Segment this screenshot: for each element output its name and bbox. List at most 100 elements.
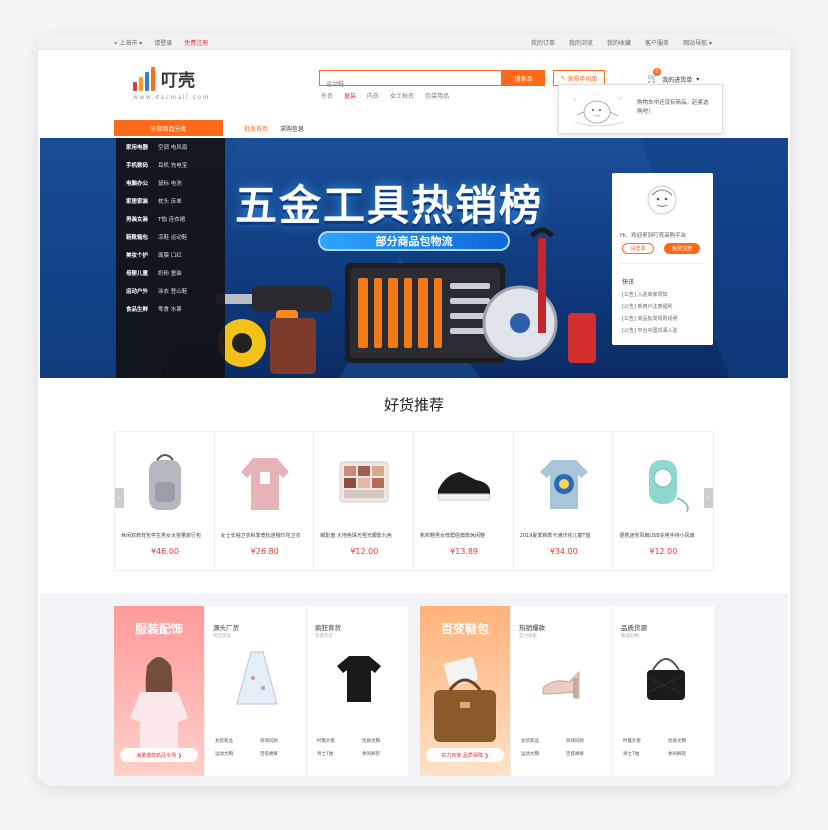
hot-word[interactable]: 内衣 — [367, 91, 379, 100]
floor-link[interactable]: 休闲裤装 — [362, 751, 407, 757]
floor-link[interactable]: 百搭裙裤 — [260, 751, 305, 757]
floor-link[interactable]: 优质文胸 — [362, 738, 407, 744]
news-item[interactable]: [公告] 平台中国货源入驻 — [622, 327, 678, 339]
floor-column[interactable]: 品质货源 甄选好物 时髦外套 优质文胸 男士T恤 休闲裤装 — [612, 606, 714, 776]
news-item[interactable]: [公告] 商品批发规则说明 — [622, 315, 678, 327]
my-history-link[interactable]: 我的浏览 — [569, 38, 593, 47]
floor-link[interactable]: 运动文胸 — [215, 751, 260, 757]
floor-column[interactable]: 疯狂背货 货源充足 时髦外套 优质文胸 男士T恤 休闲裤装 — [306, 606, 408, 776]
search-button[interactable]: 搜索品 — [502, 70, 545, 86]
floor-column[interactable]: 源头厂货 淘宝热卖 女装新品 商场同款 运动文胸 百搭裙裤 — [204, 606, 306, 776]
register-link[interactable]: 免费注册 — [184, 38, 208, 48]
black-bag-image — [647, 658, 685, 700]
floor-column-subtitle: 实力商家 — [519, 634, 537, 639]
logo-name: 叮壳 — [161, 71, 195, 91]
floor-promo-button[interactable]: 实力商家 品质保障 ❯ — [426, 748, 504, 762]
floor-link[interactable]: 商场同款 — [260, 738, 305, 744]
floor-link[interactable]: 女装新品 — [521, 738, 566, 744]
hero-banner[interactable]: 家用电器 空调 电风扇 手机数码 耳机 充电宝 电脑办公 鼠标 电池 家居家装 枕头 床… — [40, 138, 788, 378]
nav-wholesale-home[interactable]: 批发首页 — [244, 124, 268, 133]
category-subs: 鼠标 电池 — [158, 181, 182, 187]
category-item[interactable]: 食品生鲜 零食 水果 — [116, 300, 225, 318]
hot-word[interactable]: 童装 — [344, 91, 356, 100]
news-item[interactable]: [公告] 入驻商家须知 — [622, 291, 678, 303]
category-item[interactable]: 男装女装 T恤 连衣裙 — [116, 210, 225, 228]
floor-link[interactable]: 男士T恤 — [317, 751, 362, 757]
floor-link[interactable]: 时髦外套 — [317, 738, 362, 744]
category-subs: 耳机 充电宝 — [158, 163, 188, 169]
product-title: 帆布鞋男女低帮经典款休闲鞋 — [420, 533, 486, 539]
floor-column[interactable]: 热销爆款 实力商家 女装新品 商场同款 运动文胸 百搭裙裤 — [510, 606, 612, 776]
main-nav: 批发首页 求购信息 — [244, 124, 304, 133]
product-card[interactable]: 2019夏季新款卡通印花儿童T恤 ¥34.00 — [514, 432, 614, 570]
product-card[interactable]: 帆布鞋男女低帮经典款休闲鞋 ¥13.89 — [414, 432, 514, 570]
category-item[interactable]: 美妆个护 面膜 口红 — [116, 246, 225, 264]
category-item[interactable]: 鞋靴箱包 凉鞋 运动鞋 — [116, 228, 225, 246]
hot-word[interactable]: 包袋用品 — [425, 91, 449, 100]
category-name: 男装女装 — [126, 217, 149, 223]
location-label: 上海市 — [119, 40, 138, 47]
black-tshirt-image — [337, 656, 381, 702]
floor-column-subtitle: 货源充足 — [315, 634, 333, 639]
category-item[interactable]: 家居家装 枕头 床单 — [116, 192, 225, 210]
floor-link[interactable]: 商场同款 — [566, 738, 611, 744]
category-item[interactable]: 电脑办公 鼠标 电池 — [116, 174, 225, 192]
cart-button[interactable]: 🛒 0 我的进货单 ▾ — [647, 68, 699, 84]
empty-cart-illustration — [572, 96, 624, 127]
welcome-register-button[interactable]: 免费注册 — [664, 243, 700, 254]
customer-service-link[interactable]: 客户服务 — [645, 38, 669, 47]
category-item[interactable]: 母婴儿童 奶粉 童装 — [116, 264, 225, 282]
floor-promo[interactable]: 百变鞋包 实力商家 品质保障 ❯ — [420, 606, 510, 776]
location-selector[interactable]: ⌖ 上海市 ▾ — [114, 38, 142, 48]
floor-link[interactable]: 运动文胸 — [521, 751, 566, 757]
nav-purchase-info[interactable]: 求购信息 — [280, 124, 304, 133]
category-item[interactable]: 家用电器 空调 电风扇 — [116, 138, 225, 156]
floor-links: 女装新品 商场同款 运动文胸 百搭裙裤 — [521, 738, 611, 757]
floor-links: 时髦外套 优质文胸 男士T恤 休闲裤装 — [623, 738, 713, 757]
floor-promo-button[interactable]: 海量爆款新品专场 ❯ — [120, 748, 198, 762]
browser-frame: ⌖ 上海市 ▾ 请登录 免费注册 我的订单 我的浏览 我的收藏 客户服务 网站导… — [38, 34, 790, 786]
floor-column-subtitle: 淘宝热卖 — [213, 634, 231, 639]
site-logo[interactable]: 叮壳 www.dacmall.com — [133, 66, 208, 101]
carousel-prev-button[interactable]: ‹ — [115, 488, 124, 508]
product-title: 2019夏季新款卡通印花儿童T恤 — [519, 533, 591, 539]
floor-promo-title: 百变鞋包 — [440, 622, 489, 636]
hot-word[interactable]: 女士秋衣 — [390, 91, 414, 100]
divider — [620, 263, 705, 264]
hot-word[interactable]: 外衣 — [321, 91, 333, 100]
handheld-fan-image — [649, 460, 689, 513]
news-item[interactable]: [公告] 新用户注册福利 — [622, 303, 678, 315]
category-list: 家用电器 空调 电风扇 手机数码 耳机 充电宝 电脑办公 鼠标 电池 家居家装 枕头 床… — [116, 138, 225, 378]
product-card[interactable]: 眼影盘 大地色珠光哑光眼影九色 ¥12.00 — [314, 432, 415, 570]
floor-link[interactable]: 休闲裤装 — [668, 751, 713, 757]
floor-link[interactable]: 男士T恤 — [623, 751, 668, 757]
category-item[interactable]: 运动户外 泳衣 登山鞋 — [116, 282, 225, 300]
all-categories-header[interactable]: 全部商品分类 — [114, 120, 223, 136]
chevron-right-icon: › — [707, 494, 710, 502]
product-card[interactable]: 休闲双肩背包学生男女大容量旅行包 ¥46.00 — [115, 432, 215, 570]
site-nav-link[interactable]: 网站导航 ▾ — [683, 38, 712, 47]
product-price: ¥46.00 — [151, 547, 179, 556]
welcome-login-button[interactable]: 请登录 — [622, 243, 654, 254]
search-box — [319, 70, 502, 92]
floor-link[interactable]: 女装新品 — [215, 738, 260, 744]
product-card[interactable]: 女士长袖卫衣秋季宽松连帽印花卫衣 ¥26.80 — [215, 432, 315, 570]
product-card[interactable]: 便携迷你风扇USB充电手持小风扇 ¥12.00 — [613, 432, 713, 570]
cart-popup: 购物车中还没有商品，赶紧选购吧！ — [558, 84, 723, 134]
search-input[interactable] — [320, 78, 501, 92]
my-favorites-link[interactable]: 我的收藏 — [607, 38, 631, 47]
floor-column-title: 疯狂背货 — [315, 624, 341, 632]
floor-link[interactable]: 优质文胸 — [668, 738, 713, 744]
chevron-left-icon: ‹ — [118, 494, 121, 502]
product-price: ¥34.00 — [549, 547, 578, 556]
my-orders-link[interactable]: 我的订单 — [531, 38, 555, 47]
login-link[interactable]: 请登录 — [154, 38, 172, 48]
floor-link[interactable]: 时髦外套 — [623, 738, 668, 744]
backpack-image — [149, 454, 181, 510]
model-image — [130, 657, 188, 756]
carousel-next-button[interactable]: › — [704, 488, 713, 508]
floor-link[interactable]: 百搭裙裤 — [566, 751, 611, 757]
category-name: 运动户外 — [126, 289, 149, 295]
floor-promo[interactable]: 服装配饰 海量爆款新品专场 ❯ — [114, 606, 204, 776]
category-item[interactable]: 手机数码 耳机 充电宝 — [116, 156, 225, 174]
